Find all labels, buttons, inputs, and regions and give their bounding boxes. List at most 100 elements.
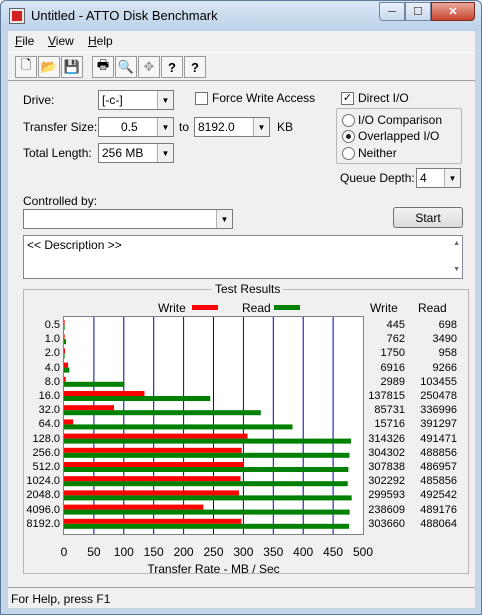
chevron-down-icon[interactable]: ▼ xyxy=(157,118,173,136)
neither-radio[interactable] xyxy=(342,147,355,160)
app-icon[interactable] xyxy=(9,8,25,24)
start-button[interactable]: Start xyxy=(393,207,463,228)
legend-read-swatch xyxy=(274,305,300,310)
read-value-cell: 336996 xyxy=(420,404,457,417)
minimize-button[interactable]: ─ xyxy=(379,2,405,21)
x-tick-label: 400 xyxy=(293,545,314,559)
io-comparison-label[interactable]: I/O Comparison xyxy=(358,113,442,127)
chevron-down-icon[interactable]: ▼ xyxy=(253,118,269,136)
close-button[interactable]: ✕ xyxy=(431,2,475,21)
read-value-cell: 698 xyxy=(438,319,457,331)
write-bar xyxy=(64,405,115,411)
status-bar: For Help, press F1 xyxy=(8,587,475,608)
menu-view[interactable]: View xyxy=(48,34,74,48)
transfer-size-row-label: 64.0 xyxy=(38,418,60,431)
transfer-size-label: Transfer Size: xyxy=(23,120,98,134)
write-bar xyxy=(64,490,239,496)
read-bar xyxy=(64,452,350,458)
read-value-cell: 489176 xyxy=(420,503,457,516)
direct-io-label[interactable]: Direct I/O xyxy=(358,91,409,105)
chevron-down-icon[interactable]: ▼ xyxy=(157,144,173,162)
write-bar xyxy=(64,320,65,325)
io-comparison-radio[interactable] xyxy=(342,114,355,127)
chevron-down-icon[interactable]: ▼ xyxy=(157,91,173,109)
menu-help[interactable]: Help xyxy=(88,34,113,48)
read-value-cell: 486957 xyxy=(420,461,457,473)
read-bar xyxy=(64,381,125,387)
x-tick-label: 100 xyxy=(113,545,134,559)
window-title: Untitled - ATTO Disk Benchmark xyxy=(31,8,218,23)
write-bar xyxy=(64,518,242,524)
read-bar xyxy=(64,424,293,430)
help-icon[interactable]: ? xyxy=(161,56,183,78)
total-length-select[interactable]: 256 MB ▼ xyxy=(98,143,174,163)
transfer-size-row-label: 4.0 xyxy=(44,361,60,374)
read-value-cell: 250478 xyxy=(420,390,457,402)
write-bar xyxy=(64,504,204,510)
legend-write-swatch xyxy=(192,305,218,310)
transfer-size-row-label: 8.0 xyxy=(44,375,60,388)
read-value-cell: 488856 xyxy=(420,446,457,459)
legend-read-label: Read xyxy=(242,301,271,315)
read-value-cell: 103455 xyxy=(420,375,457,388)
print-icon[interactable]: 🖶 xyxy=(92,56,114,78)
write-bar xyxy=(64,462,244,467)
chevron-down-icon[interactable]: ▼ xyxy=(216,210,232,228)
title-bar[interactable]: Untitled - ATTO Disk Benchmark ─ ☐ ✕ xyxy=(1,1,481,31)
queue-depth-select[interactable]: 4 ▼ xyxy=(416,168,461,188)
menu-file[interactable]: File xyxy=(15,34,34,48)
overlapped-io-label[interactable]: Overlapped I/O xyxy=(358,129,439,143)
read-value-cell: 491471 xyxy=(420,432,457,445)
transfer-size-to-label: to xyxy=(179,120,190,134)
write-bar xyxy=(64,433,248,439)
read-bar xyxy=(64,325,65,330)
transfer-size-from-value: 0.5 xyxy=(121,120,138,134)
force-write-checkbox[interactable] xyxy=(195,92,208,105)
move-icon[interactable]: ✥ xyxy=(138,56,160,78)
controlled-by-select[interactable]: ▼ xyxy=(23,209,233,229)
read-bar xyxy=(64,410,261,416)
save-icon[interactable]: 💾 xyxy=(61,56,83,78)
write-bar xyxy=(64,447,242,453)
direct-io-checkbox[interactable]: ✓ xyxy=(341,92,354,105)
neither-label[interactable]: Neither xyxy=(358,146,397,160)
chevron-down-icon[interactable]: ▼ xyxy=(444,169,460,187)
test-results-title: Test Results xyxy=(212,282,284,296)
read-value-cell: 391297 xyxy=(420,418,457,431)
read-value-cell: 485856 xyxy=(420,475,457,488)
read-bar xyxy=(64,481,348,487)
transfer-size-row-label: 1.0 xyxy=(44,333,60,346)
x-tick-label: 0 xyxy=(60,545,68,559)
write-bar xyxy=(64,334,65,340)
overlapped-io-radio[interactable] xyxy=(342,130,355,143)
read-bar xyxy=(64,396,211,401)
transfer-size-row-label: 512.0 xyxy=(32,461,60,473)
transfer-size-row-label: 2048.0 xyxy=(26,489,60,502)
toolbar: 🗋 📂 💾 🖶 🔍 ✥ ? ? xyxy=(8,52,475,81)
drive-label: Drive: xyxy=(23,93,55,107)
open-icon[interactable]: 📂 xyxy=(38,56,60,78)
transfer-size-row-label: 8192.0 xyxy=(26,517,60,530)
print-preview-icon[interactable]: 🔍 xyxy=(115,56,137,78)
read-column-header: Read xyxy=(418,301,447,315)
force-write-label[interactable]: Force Write Access xyxy=(212,91,315,105)
x-axis-label: Transfer Rate - MB / Sec xyxy=(147,562,280,576)
transfer-size-to-select[interactable]: 8192.0 ▼ xyxy=(194,117,270,137)
x-tick-label: 350 xyxy=(263,545,284,559)
context-help-icon[interactable]: ? xyxy=(184,56,206,78)
new-icon[interactable]: 🗋 xyxy=(15,56,37,78)
transfer-size-from-select[interactable]: 0.5 ▼ xyxy=(98,117,174,137)
transfer-size-row-label: 256.0 xyxy=(32,446,60,459)
write-bar xyxy=(64,376,66,382)
x-tick-label: 250 xyxy=(203,545,224,559)
scroll-up-icon[interactable]: ▲ xyxy=(453,240,460,247)
maximize-button[interactable]: ☐ xyxy=(405,2,431,21)
status-text: For Help, press F1 xyxy=(11,592,111,606)
read-bar xyxy=(64,495,352,501)
total-length-value: 256 MB xyxy=(102,146,144,160)
total-length-label: Total Length: xyxy=(23,146,92,160)
drive-select[interactable]: [-c-] ▼ xyxy=(98,90,174,110)
description-textarea[interactable]: << Description >> ▲ ▼ xyxy=(23,235,463,279)
legend-write-label: Write xyxy=(158,301,186,315)
scroll-down-icon[interactable]: ▼ xyxy=(453,266,460,273)
